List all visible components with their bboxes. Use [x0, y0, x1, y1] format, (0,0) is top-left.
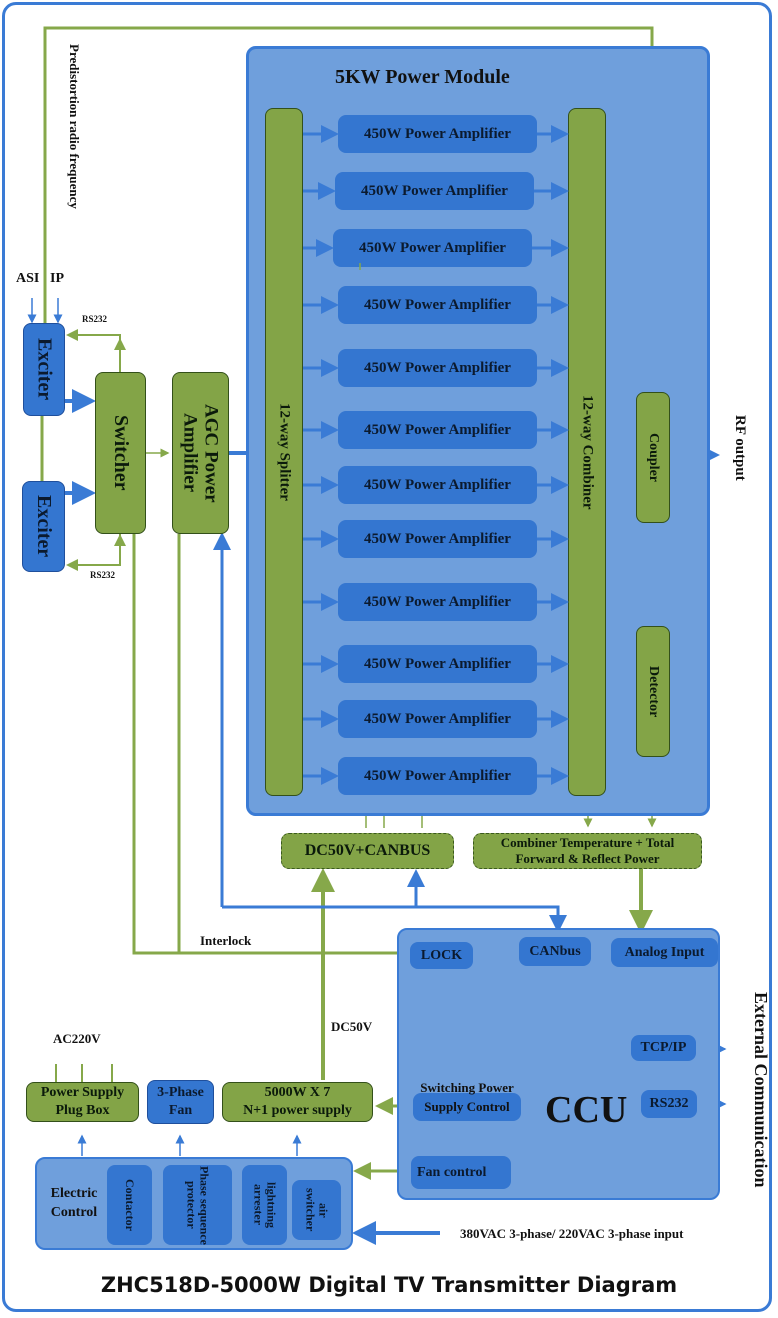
dc50v-canbus: DC50V+CANBUS: [281, 833, 454, 869]
ccu-switching-ps-label: Switching Power Supply Control: [420, 1080, 514, 1114]
air-switcher-label: air switcher: [303, 1188, 331, 1232]
interlock-label: Interlock: [200, 933, 252, 948]
phase-protector-label: Phase sequence protector: [184, 1165, 212, 1245]
ccu-rs232-label: RS232: [649, 1096, 689, 1111]
ccu-tcpip-label: TCP/IP: [640, 1040, 687, 1055]
power-supply-line2: N+1 power supply: [243, 1103, 352, 1118]
phase-sequence-protector: Phase sequence protector: [163, 1165, 232, 1245]
air-switcher: air switcher: [292, 1180, 341, 1240]
lightning-arrester-label: lightning arrester: [251, 1181, 279, 1229]
dc50v-canbus-label: DC50V+CANBUS: [304, 842, 431, 859]
contactor-label: Contactor: [123, 1179, 137, 1231]
power-supply: 5000W X 7 N+1 power supply: [222, 1082, 373, 1122]
ccu-fan-control-label: Fan control: [417, 1164, 487, 1180]
ccu-tcpip[interactable]: TCP/IP: [631, 1035, 696, 1061]
ccu-analog-input[interactable]: Analog Input: [611, 938, 718, 967]
plug-box-label: Power Supply Plug Box: [40, 1085, 125, 1118]
ccu-rs232[interactable]: RS232: [641, 1090, 697, 1118]
combiner-temperature-label: Combiner Temperature + Total Forward & R…: [500, 835, 675, 866]
diagram-title: ZHC518D-5000W Digital TV Transmitter Dia…: [100, 1273, 678, 1297]
ccu-canbus-label: CANbus: [529, 943, 581, 959]
contactor: Contactor: [107, 1165, 152, 1245]
external-communication-label: External Communication: [751, 992, 771, 1188]
three-phase-fan: 3-Phase Fan: [147, 1080, 214, 1124]
power-supply-line1: 5000W X 7: [264, 1085, 331, 1100]
fan-label: 3-Phase Fan: [157, 1085, 204, 1118]
combiner-temperature: Combiner Temperature + Total Forward & R…: [473, 833, 702, 869]
ccu-fan-control[interactable]: Fan control: [411, 1156, 511, 1189]
power-input-label: 380VAC 3-phase/ 220VAC 3-phase input: [460, 1226, 684, 1241]
ccu-lock-label: LOCK: [420, 947, 463, 963]
electric-control-label: Electric Control: [50, 1186, 98, 1220]
ccu-canbus[interactable]: CANbus: [519, 937, 591, 966]
power-supply-plug-box: Power Supply Plug Box: [26, 1082, 139, 1122]
ccu-lock[interactable]: LOCK: [410, 942, 473, 969]
ccu-analog-input-label: Analog Input: [624, 944, 705, 960]
ccu-title: CCU: [545, 1089, 628, 1131]
lightning-arrester: lightning arrester: [242, 1165, 287, 1245]
dc50v-label: DC50V: [331, 1019, 373, 1034]
ac220v-label: AC220V: [53, 1031, 101, 1046]
